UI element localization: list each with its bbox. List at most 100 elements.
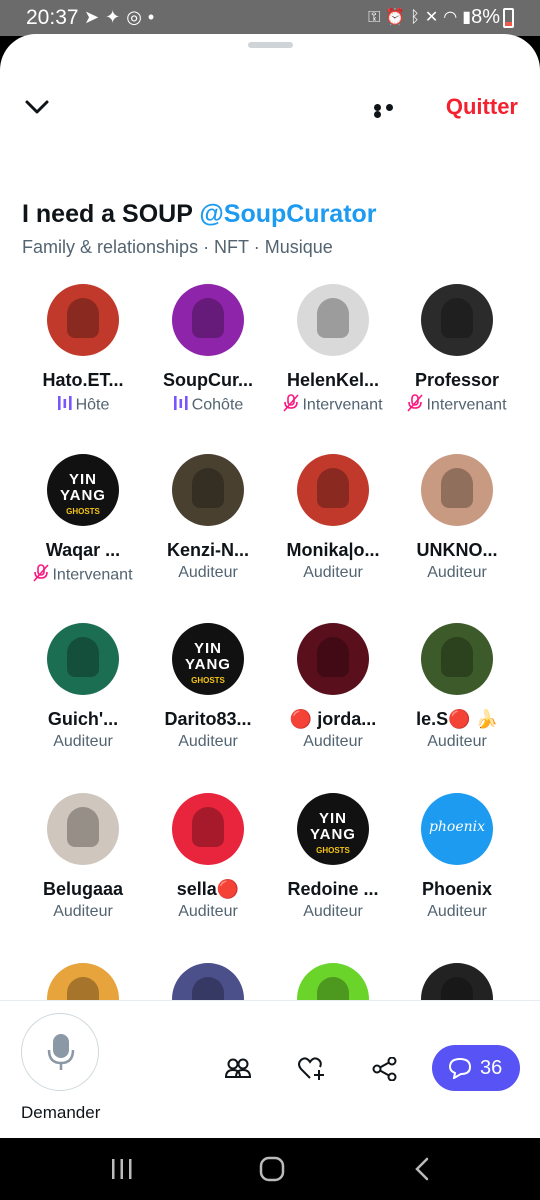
participant-item[interactable]: Belugaaa Auditeur bbox=[18, 793, 148, 921]
participant-role: Auditeur bbox=[143, 733, 273, 751]
chevron-down-icon[interactable] bbox=[22, 92, 52, 122]
participant-item[interactable]: le.S🔴 🍌 Auditeur bbox=[392, 623, 522, 751]
avatar[interactable] bbox=[172, 454, 244, 526]
participant-name: Darito83... bbox=[164, 709, 252, 729]
participant-role-label: Auditeur bbox=[427, 903, 487, 920]
participant-role: Auditeur bbox=[268, 564, 398, 582]
mute-icon: ✕ bbox=[424, 9, 444, 26]
participant-role-label: Auditeur bbox=[303, 733, 363, 750]
chat-bubble-icon bbox=[448, 1057, 472, 1079]
bluetooth-icon: ᛒ bbox=[410, 9, 425, 26]
chat-count: 36 bbox=[480, 1057, 503, 1079]
key-icon: ⚿ bbox=[368, 9, 386, 26]
avatar-logo-text: phoenix bbox=[428, 819, 486, 835]
avatar[interactable] bbox=[172, 284, 244, 356]
share-icon[interactable] bbox=[372, 1057, 398, 1081]
drag-handle[interactable] bbox=[248, 42, 293, 48]
avatar-logo-text: YIN YANG bbox=[185, 640, 231, 673]
avatar[interactable] bbox=[47, 284, 119, 356]
participant-role: Auditeur bbox=[392, 733, 522, 751]
participant-role-label: Auditeur bbox=[53, 733, 113, 750]
battery-percent: 8% bbox=[471, 6, 500, 28]
participant-item[interactable]: UNKNO... Auditeur bbox=[392, 454, 522, 582]
participant-role: Auditeur bbox=[392, 564, 522, 582]
more-options-icon[interactable] bbox=[374, 104, 408, 118]
participant-name: Belugaaa bbox=[42, 879, 124, 899]
participant-item[interactable]: Guich'... Auditeur bbox=[18, 623, 148, 751]
participant-item[interactable]: HelenKel... Intervenant bbox=[268, 284, 398, 417]
home-icon[interactable] bbox=[259, 1156, 285, 1182]
participant-role-label: Auditeur bbox=[178, 903, 238, 920]
dot-icon: • bbox=[147, 7, 161, 27]
participant-role-label: Auditeur bbox=[427, 733, 487, 750]
host-handle-link[interactable]: @SoupCurator bbox=[199, 200, 376, 228]
participant-name: Phoenix bbox=[421, 879, 492, 899]
participant-item[interactable]: Professor Intervenant bbox=[392, 284, 522, 417]
avatar[interactable]: YIN YANG GHOSTS bbox=[172, 623, 244, 695]
alarm-icon: ⏰ bbox=[385, 9, 411, 26]
participant-name: Hato.ET... bbox=[42, 370, 124, 390]
participant-role-label: Auditeur bbox=[178, 733, 238, 750]
participant-role: Auditeur bbox=[143, 564, 273, 582]
space-header: Quitter bbox=[0, 92, 540, 126]
android-nav-bar bbox=[0, 1138, 540, 1200]
avatar[interactable] bbox=[47, 623, 119, 695]
participant-item[interactable]: Kenzi-N... Auditeur bbox=[143, 454, 273, 582]
participant-role: Auditeur bbox=[268, 733, 398, 751]
back-icon[interactable] bbox=[414, 1157, 430, 1181]
participant-role-label: Auditeur bbox=[303, 903, 363, 920]
participant-name: Waqar ... bbox=[45, 540, 121, 560]
avatar[interactable] bbox=[421, 454, 493, 526]
participant-name: SoupCur... bbox=[163, 370, 253, 390]
participant-item[interactable]: phoenix Phoenix Auditeur bbox=[392, 793, 522, 921]
microphone-icon bbox=[47, 1034, 75, 1070]
participant-role-label: Cohôte bbox=[191, 396, 244, 414]
avatar-logo-subtext: GHOSTS bbox=[66, 507, 100, 516]
participant-role: Auditeur bbox=[143, 903, 273, 921]
avatar[interactable] bbox=[47, 793, 119, 865]
avatar[interactable] bbox=[297, 454, 369, 526]
people-icon[interactable] bbox=[224, 1057, 252, 1079]
participant-role: Auditeur bbox=[18, 903, 148, 921]
participant-name: le.S🔴 🍌 bbox=[416, 709, 498, 729]
space-sheet: Quitter I need a SOUP @SoupCurator Famil… bbox=[0, 34, 540, 1138]
avatar[interactable] bbox=[172, 793, 244, 865]
participant-item[interactable]: 🔴 jorda... Auditeur bbox=[268, 623, 398, 751]
participant-role: Intervenant bbox=[392, 394, 522, 417]
avatar-logo-subtext: GHOSTS bbox=[316, 846, 350, 855]
avatar[interactable]: YIN YANG GHOSTS bbox=[297, 793, 369, 865]
participant-role-label: Auditeur bbox=[427, 564, 487, 581]
participant-role: Auditeur bbox=[392, 903, 522, 921]
mic-muted-icon bbox=[33, 564, 50, 587]
avatar[interactable] bbox=[421, 623, 493, 695]
request-label: Demander bbox=[21, 1103, 101, 1122]
participant-item[interactable]: Hato.ET... Hôte bbox=[18, 284, 148, 417]
avatar-logo-subtext: GHOSTS bbox=[191, 676, 225, 685]
status-bar: 20:37 ➤✦◎• ⚿⏰ᛒ✕◠▮ 8% bbox=[0, 0, 540, 36]
request-mic-button[interactable] bbox=[21, 1013, 99, 1091]
participant-item[interactable]: YIN YANG GHOSTS Redoine ... Auditeur bbox=[268, 793, 398, 921]
participant-item[interactable]: sella🔴 Auditeur bbox=[143, 793, 273, 921]
participant-role: Hôte bbox=[18, 394, 148, 417]
chat-button[interactable]: 36 bbox=[432, 1045, 520, 1091]
quit-button[interactable]: Quitter bbox=[446, 94, 518, 120]
participant-name: Professor bbox=[414, 370, 500, 390]
participant-role: Auditeur bbox=[18, 733, 148, 751]
cohost-audio-icon bbox=[173, 394, 189, 417]
participant-role-label: Hôte bbox=[75, 396, 110, 414]
participant-name: UNKNO... bbox=[416, 540, 498, 560]
participant-item[interactable]: YIN YANG GHOSTS Darito83... Auditeur bbox=[143, 623, 273, 751]
participant-item[interactable]: YIN YANG GHOSTS Waqar ... Intervenant bbox=[18, 454, 148, 587]
participant-item[interactable]: Monika|o... Auditeur bbox=[268, 454, 398, 582]
avatar[interactable]: YIN YANG GHOSTS bbox=[47, 454, 119, 526]
avatar[interactable]: phoenix bbox=[421, 793, 493, 865]
avatar[interactable] bbox=[297, 623, 369, 695]
heart-plus-icon[interactable] bbox=[298, 1057, 326, 1081]
participant-item[interactable]: SoupCur... Cohôte bbox=[143, 284, 273, 417]
participant-role: Cohôte bbox=[143, 394, 273, 417]
wifi-icon: ◠ bbox=[443, 9, 463, 26]
recent-apps-icon[interactable] bbox=[110, 1158, 134, 1180]
avatar[interactable] bbox=[297, 284, 369, 356]
avatar[interactable] bbox=[421, 284, 493, 356]
avatar-logo-text: YIN YANG bbox=[310, 810, 356, 843]
